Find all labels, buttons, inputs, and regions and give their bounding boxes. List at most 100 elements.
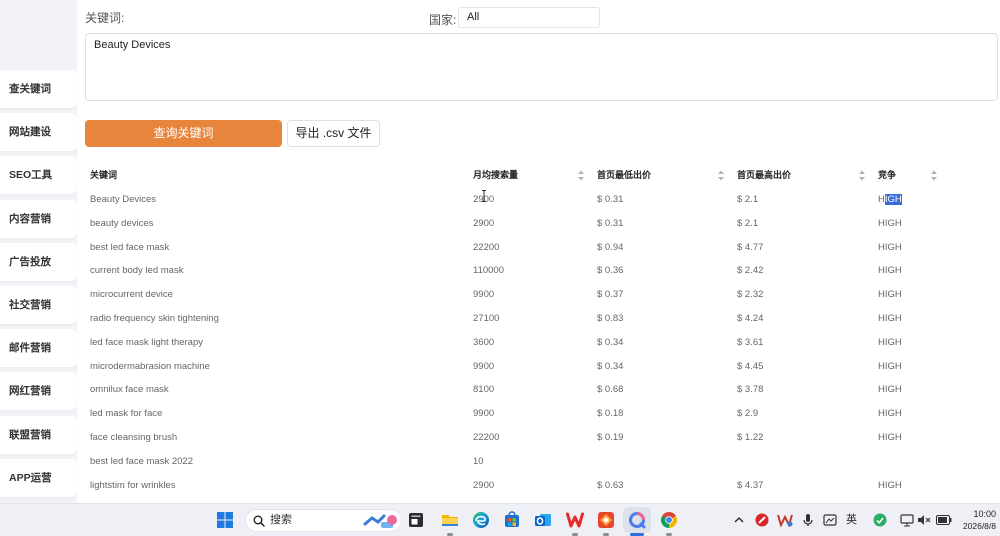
table-row[interactable]: radio frequency skin tightening 27100 $ 0.… — [85, 307, 945, 331]
cell-low-bid: $ 0.31 — [597, 217, 624, 229]
cell-keyword: current body led mask — [90, 265, 184, 277]
sidebar-item[interactable]: 社交营销 — [0, 285, 77, 324]
table-row[interactable]: led face mask light therapy 3600 $ 0.34 $ 3… — [85, 331, 945, 355]
table-header: 关键词 月均搜索量 首页最低出价 首页最高出价 竞争 — [85, 163, 945, 188]
outlook-icon[interactable] — [532, 509, 554, 531]
cell-competition: HIGH — [878, 217, 902, 229]
sidebar: 查关键词网站建设 SEO工具内容营销广告投放社交营销邮件营销网红营销联盟营销 APP… — [0, 70, 77, 497]
cell-keyword: beauty devices — [90, 217, 154, 229]
sort-icon[interactable] — [931, 170, 937, 181]
table-row[interactable]: face cleansing brush 22200 $ 0.19 $ 1.22 HIG… — [85, 426, 945, 450]
column-header-high-bid[interactable]: 首页最高出价 — [732, 163, 873, 188]
sidebar-item[interactable]: 内容营销 — [0, 199, 77, 238]
file-explorer-icon[interactable] — [439, 509, 461, 531]
input-method-indicator[interactable]: 英 — [846, 512, 857, 528]
cell-high-bid: $ 2.1 — [737, 217, 759, 229]
cell-volume: 10 — [473, 455, 484, 467]
cell-high-bid: $ 3.78 — [737, 384, 764, 396]
column-header-label: 首页最低出价 — [597, 170, 652, 180]
cell-high-bid: $ 2.1 — [737, 194, 759, 205]
table-row[interactable]: Beauty Devices 2900 $ 0.31 $ 2.1 HIGH — [85, 188, 945, 212]
column-header-label: 月均搜索量 — [473, 170, 519, 180]
network-icon[interactable] — [899, 512, 915, 528]
cell-competition: HIGH — [878, 479, 902, 491]
cell-competition: HIGH — [878, 312, 902, 324]
red-circle-tray-icon[interactable] — [754, 512, 770, 528]
cell-volume: 3600 — [473, 336, 495, 348]
column-header-label: 竞争 — [878, 170, 897, 180]
screenshot-tray-icon[interactable] — [822, 512, 838, 528]
search-highlight-icon[interactable] — [363, 512, 399, 530]
table-row[interactable]: lightstim for wrinkles 2900 $ 0.63 $ 4.37 HI… — [85, 474, 945, 498]
browser-app-icon[interactable] — [626, 509, 648, 531]
microsoft-store-icon[interactable] — [501, 509, 523, 531]
cell-keyword: led face mask light therapy — [90, 336, 204, 348]
column-header-keyword: 关键词 — [90, 170, 118, 180]
cell-keyword: radio frequency skin tightening — [90, 312, 219, 324]
table-row[interactable]: beauty devices 2900 $ 0.31 $ 2.1 HIGH — [85, 212, 945, 236]
microphone-icon[interactable] — [800, 512, 816, 528]
cell-competition: HIGH — [878, 265, 902, 277]
cell-high-bid: $ 2.32 — [737, 289, 764, 301]
keywords-textarea[interactable]: Beauty Devices — [85, 33, 998, 101]
table-row[interactable]: best led face mask 22200 $ 0.94 $ 4.77 HIGH — [85, 236, 945, 260]
clock-time: 10:00 — [973, 509, 996, 519]
search-label: 搜索 — [270, 514, 292, 526]
red-app-icon[interactable] — [595, 509, 617, 531]
sidebar-item[interactable]: SEO工具 — [0, 156, 77, 195]
task-view-icon[interactable] — [405, 509, 427, 531]
sidebar-item[interactable]: APP运营 — [0, 458, 77, 497]
column-header-competition[interactable]: 竞争 — [873, 163, 945, 188]
table-row[interactable]: current body led mask 110000 $ 0.36 $ 2.42 H… — [85, 259, 945, 283]
cell-competition: HIGH — [878, 408, 902, 420]
chevron-up-icon[interactable] — [731, 512, 747, 528]
sort-icon[interactable] — [578, 170, 584, 181]
cell-volume: 110000 — [473, 265, 504, 277]
country-label: 国家: — [429, 13, 457, 27]
green-tray-icon[interactable] — [872, 512, 888, 528]
cell-keyword: microcurrent device — [90, 289, 173, 301]
chrome-icon[interactable] — [658, 509, 680, 531]
cell-low-bid: $ 0.34 — [597, 360, 624, 372]
edge-icon[interactable] — [470, 509, 492, 531]
volume-muted-icon[interactable] — [916, 512, 932, 528]
sidebar-item[interactable]: 网红营销 — [0, 372, 77, 411]
table-row[interactable]: led mask for face 9900 $ 0.18 $ 2.9 HIGH — [85, 402, 945, 426]
taskbar-search-box[interactable]: 搜索 — [245, 509, 402, 532]
cell-low-bid: $ 0.68 — [597, 384, 624, 396]
keyword-label: 关键词: — [85, 11, 125, 25]
sort-icon[interactable] — [859, 170, 865, 181]
cell-high-bid — [732, 450, 873, 474]
column-header-volume[interactable]: 月均搜索量 — [468, 163, 592, 188]
cell-high-bid: $ 4.37 — [737, 479, 764, 491]
wps-office-icon[interactable] — [564, 509, 586, 531]
cell-low-bid: $ 0.63 — [597, 479, 624, 491]
sidebar-item[interactable]: 联盟营销 — [0, 415, 77, 454]
windows-start-icon[interactable] — [214, 509, 236, 531]
query-keywords-button[interactable]: 查询关键词 — [85, 120, 282, 147]
wps-cloud-tray-icon[interactable] — [777, 512, 793, 528]
sort-icon[interactable] — [718, 170, 724, 181]
table-row[interactable]: omnilux face mask 8100 $ 0.68 $ 3.78 HIGH — [85, 378, 945, 402]
sidebar-item[interactable]: 广告投放 — [0, 242, 77, 281]
taskbar-clock[interactable]: 10:00 2026/8/8 — [963, 508, 996, 532]
battery-icon[interactable] — [936, 512, 952, 528]
cell-volume: 8100 — [473, 384, 495, 396]
cell-volume: 2900 — [473, 217, 495, 229]
cell-low-bid: $ 0.31 — [597, 194, 624, 205]
cell-low-bid: $ 0.36 — [597, 265, 624, 277]
table-row[interactable]: best led face mask 2022 10 — [85, 450, 945, 474]
cell-volume: 9900 — [473, 408, 495, 420]
sidebar-item[interactable]: 查关键词 — [0, 70, 77, 108]
table-row[interactable]: microcurrent device 9900 $ 0.37 $ 2.32 HIGH — [85, 283, 945, 307]
sidebar-item[interactable]: 邮件营销 — [0, 329, 77, 368]
search-icon — [253, 515, 265, 527]
sidebar-item[interactable]: 网站建设 — [0, 113, 77, 152]
cell-competition — [873, 450, 945, 474]
cell-keyword: Beauty Devices — [90, 194, 157, 205]
country-select[interactable]: All — [458, 7, 600, 28]
column-header-low-bid[interactable]: 首页最低出价 — [592, 163, 732, 188]
cell-competition: HIGH — [878, 431, 902, 443]
table-row[interactable]: microdermabrasion machine 9900 $ 0.34 $ 4.4… — [85, 355, 945, 379]
export-csv-button[interactable]: 导出 .csv 文件 — [287, 120, 380, 147]
